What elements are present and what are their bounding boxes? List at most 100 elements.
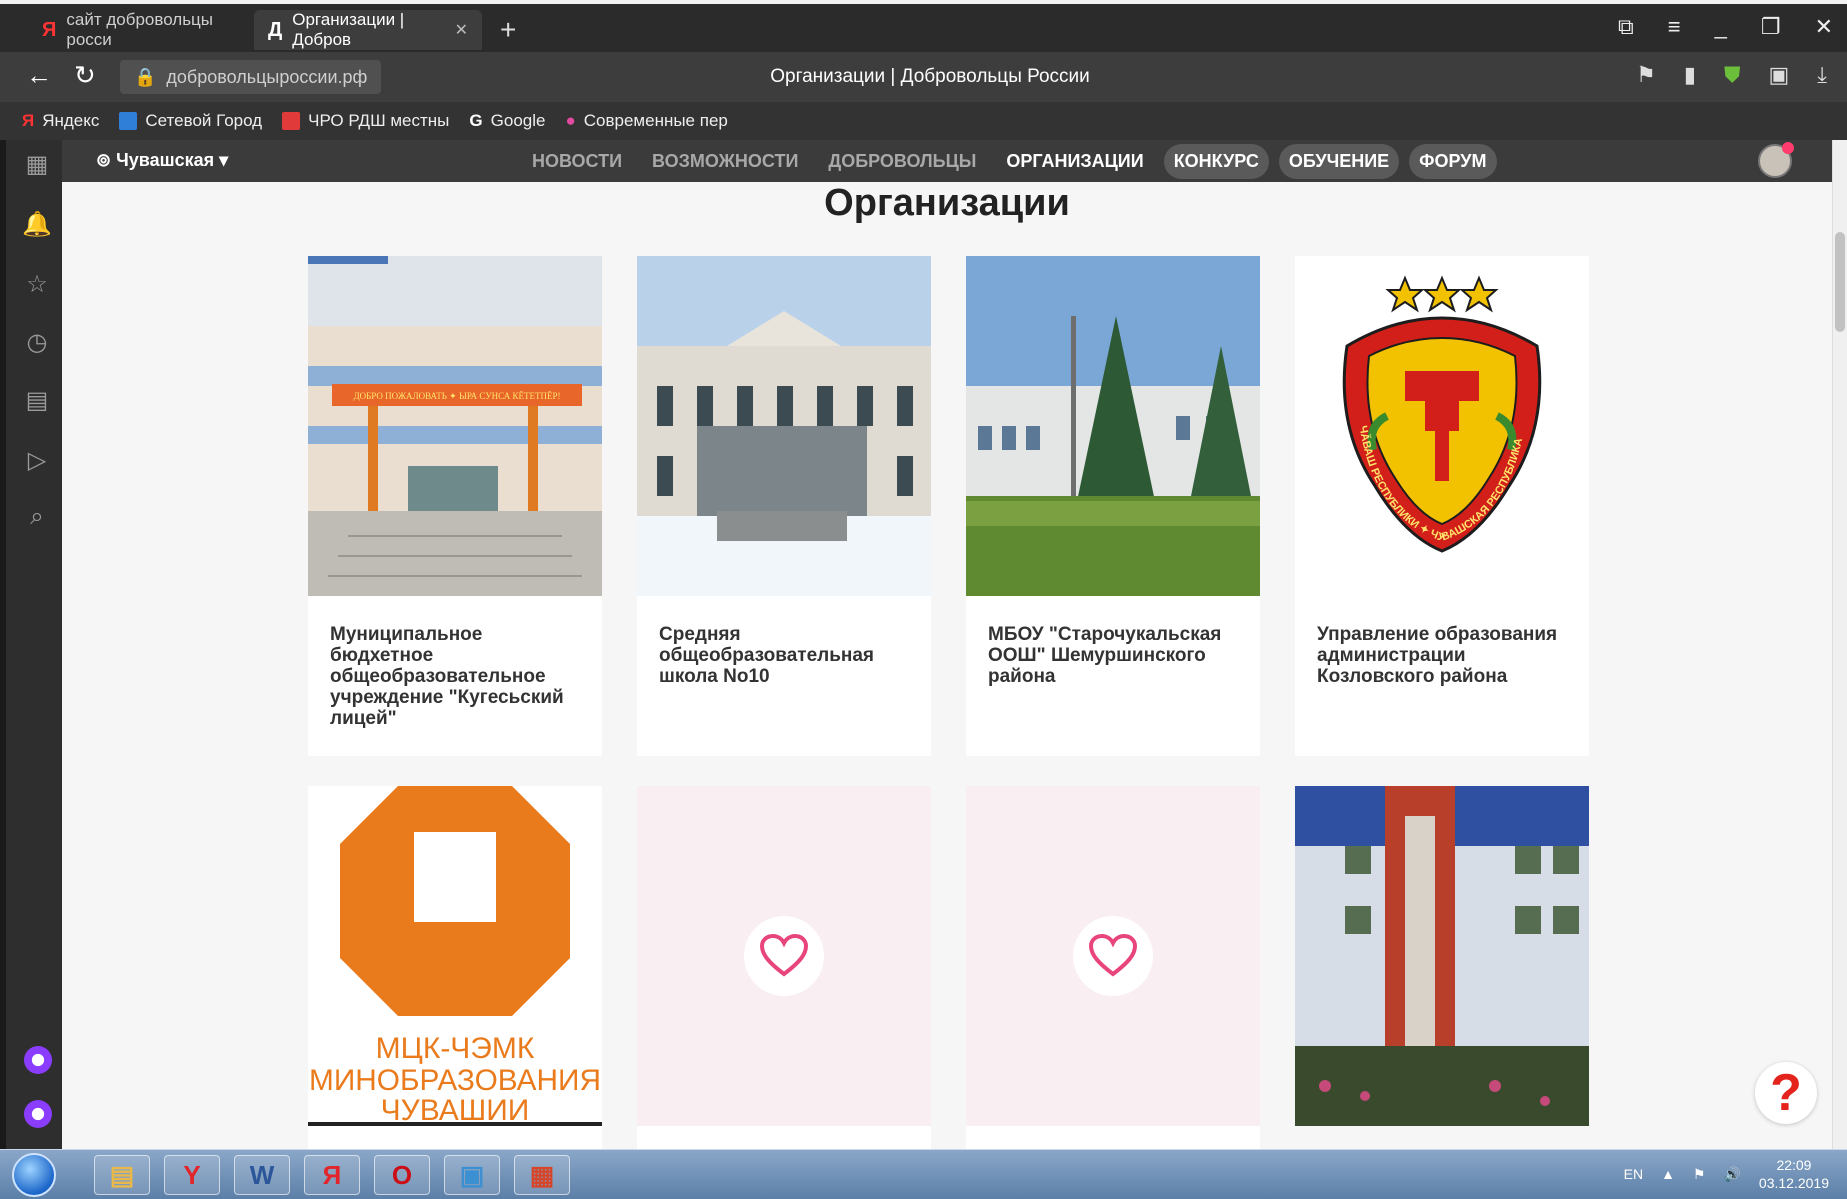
yandex-browser-taskbar-icon[interactable]: Y — [164, 1155, 220, 1195]
org-title: МБОУ "Старочукальская ООШ" Шемуршинского… — [988, 624, 1222, 687]
school-photo — [1295, 786, 1589, 1126]
bookmark-chro-rdsh[interactable]: ЧРО РДШ местны — [282, 111, 449, 131]
school-banner-text: ДОБРО ПОЖАЛОВАТЬ ✦ ЫРА СУНСА КĔТЕТПĔР! — [354, 391, 561, 401]
reload-icon[interactable]: ↻ — [74, 60, 96, 91]
nav-opportunities[interactable]: ВОЗМОЖНОСТИ — [642, 144, 808, 179]
pdf-icon — [282, 112, 301, 130]
bookmark-yandex[interactable]: Я Яндекс — [22, 111, 99, 131]
org-title: Муниципальное бюдхетное общеобразователь… — [330, 624, 564, 729]
tab-label: Организации | Добров — [292, 10, 405, 49]
region-label: Чувашская — [116, 150, 215, 170]
assistant-icon[interactable] — [24, 1100, 52, 1128]
logo-line-2: МИНОБРАЗОВАНИЯ — [309, 1064, 601, 1097]
browser-window: Я сайт добровольцы росси Д Организации |… — [0, 0, 1847, 1199]
nav-education[interactable]: ОБУЧЕНИЕ — [1278, 144, 1400, 179]
site-nav: ⊚ Чувашская ▾ НОВОСТИ ВОЗМОЖНОСТИ ДОБРОВ… — [62, 140, 1832, 182]
coat-of-arms-emblem: ЧĂВАШ РЕСПУБЛИКИ ✦ ЧУВАШСКАЯ РЕСПУБЛИКА — [1295, 256, 1589, 596]
school-photo — [637, 256, 931, 596]
bell-icon[interactable]: 🔔 — [22, 210, 52, 240]
heart-icon — [744, 916, 824, 996]
browser-sidebar: ▦ 🔔 ☆ ◷ ▤ ▷ ⌕ — [0, 140, 62, 1149]
yandex-icon[interactable]: Я — [304, 1155, 360, 1195]
region-selector[interactable]: ⊚ Чувашская ▾ — [96, 150, 228, 171]
main-content: Организации ДОБРО ПОЖАЛОВАТЬ ✦ ЫРА СУНСА… — [62, 182, 1832, 1149]
alice-icon[interactable] — [24, 1046, 52, 1074]
yandex-icon: Я — [42, 18, 57, 41]
url-field[interactable]: 🔒 добровольцыроссии.рф — [120, 60, 382, 94]
presentation-icon[interactable]: ▦ — [514, 1155, 570, 1195]
org-card[interactable] — [637, 786, 931, 1149]
mck-chemk-logo: МЦК-ЧЭМК МИНОБРАЗОВАНИЯ ЧУВАШИИ — [308, 786, 602, 1126]
tab-volunteers-search[interactable]: Я сайт добровольцы росси — [28, 10, 248, 50]
nav-forum[interactable]: ФОРУМ — [1409, 144, 1497, 179]
google-icon: G — [469, 111, 483, 130]
collections-icon[interactable]: ▤ — [22, 386, 52, 416]
user-avatar[interactable] — [1758, 142, 1794, 178]
nav-news[interactable]: НОВОСТИ — [522, 144, 632, 179]
tab-list-icon[interactable]: ⧉ — [1618, 14, 1634, 40]
location-pin-icon: ⊚ — [96, 150, 112, 170]
windows-start-icon[interactable] — [12, 1153, 56, 1197]
organizations-heading: Организации — [824, 182, 1070, 224]
nav-contest[interactable]: КОНКУРС — [1163, 144, 1269, 179]
org-card[interactable]: ЧĂВАШ РЕСПУБЛИКИ ✦ ЧУВАШСКАЯ РЕСПУБЛИКА … — [1295, 256, 1589, 756]
org-card[interactable]: МЦК-ЧЭМК МИНОБРАЗОВАНИЯ ЧУВАШИИ — [308, 786, 602, 1149]
restore-icon[interactable]: ❐ — [1761, 14, 1781, 40]
new-tab-icon[interactable]: + — [500, 14, 516, 46]
url-text: добровольцыроссии.рф — [166, 66, 368, 87]
tray-expand-icon[interactable]: ▲ — [1661, 1166, 1675, 1182]
tab-strip: Я сайт добровольцы росси Д Организации |… — [0, 0, 1847, 52]
help-button[interactable]: ? — [1755, 1062, 1817, 1124]
file-explorer-icon[interactable]: ▤ — [94, 1155, 150, 1195]
balloon-icon: ● — [565, 111, 576, 130]
school-photo: ДОБРО ПОЖАЛОВАТЬ ✦ ЫРА СУНСА КĔТЕТПĔР! — [308, 256, 602, 596]
grid-icon[interactable]: ▦ — [22, 150, 52, 180]
caret-down-icon: ▾ — [219, 150, 229, 170]
action-center-flag-icon[interactable]: ⚑ — [1693, 1166, 1706, 1183]
star-icon[interactable]: ☆ — [22, 270, 52, 300]
bookmark-setevoy-gorod[interactable]: Сетевой Город — [119, 111, 262, 131]
minimize-icon[interactable]: _ — [1715, 14, 1727, 40]
opera-icon[interactable]: O — [374, 1155, 430, 1195]
clock-icon[interactable]: ◷ — [22, 328, 52, 358]
org-title: Средняя общеобразовательная школа No10 — [659, 624, 875, 687]
windows-taskbar: ▤ Y W Я O ▣ ▦ EN ▲ ⚑ 🔊 22:09 03.12.2019 — [0, 1149, 1847, 1199]
language-indicator[interactable]: EN — [1624, 1166, 1643, 1182]
protect-icon[interactable]: ⛊ — [1724, 62, 1741, 88]
org-card[interactable] — [966, 786, 1260, 1149]
heart-icon — [1073, 916, 1153, 996]
org-card[interactable] — [1295, 786, 1589, 1126]
lock-icon: 🔒 — [134, 66, 157, 87]
bookmarks-bar: Я Яндекс Сетевой Город ЧРО РДШ местны G Go… — [0, 102, 1847, 140]
bookmark-icon[interactable]: ▮ — [1684, 62, 1696, 88]
back-icon[interactable]: ← — [26, 60, 52, 91]
org-card[interactable]: МБОУ "Старочукальская ООШ" Шемуршинского… — [966, 256, 1260, 756]
nav-organizations[interactable]: ОРГАНИЗАЦИИ — [996, 144, 1153, 179]
org-card[interactable]: ДОБРО ПОЖАЛОВАТЬ ✦ ЫРА СУНСА КĔТЕТПĔР! М… — [308, 256, 602, 756]
tab-organizations[interactable]: Д Организации | Добров ✕ — [254, 10, 482, 50]
school-photo — [966, 256, 1260, 596]
yandex-icon: Я — [22, 111, 35, 130]
site-favicon-icon: Д — [268, 18, 283, 41]
word-icon[interactable]: W — [234, 1155, 290, 1195]
download-icon[interactable]: ⤓ — [1817, 62, 1827, 88]
address-bar: ← ↻ 🔒 добровольцыроссии.рф Организации |… — [0, 52, 1847, 102]
bookmark-google[interactable]: G Google — [469, 111, 545, 131]
menu-icon[interactable]: ≡ — [1668, 14, 1681, 40]
page-scrollbar[interactable] — [1832, 140, 1847, 1149]
scrollbar-thumb[interactable] — [1835, 232, 1845, 332]
clock[interactable]: 22:09 03.12.2019 — [1759, 1156, 1829, 1192]
volume-icon[interactable]: 🔊 — [1723, 1166, 1740, 1183]
bookmark-modern[interactable]: ● Современные пер — [565, 111, 727, 131]
extension-icon[interactable]: ▣ — [1768, 62, 1789, 88]
play-icon[interactable]: ▷ — [22, 446, 52, 476]
photo-viewer-icon[interactable]: ▣ — [444, 1155, 500, 1195]
network-city-icon — [119, 112, 138, 130]
logo-line-1: МЦК-ЧЭМК — [376, 1032, 535, 1065]
close-window-icon[interactable]: ✕ — [1815, 14, 1833, 40]
org-card[interactable]: Средняя общеобразовательная школа No10 — [637, 256, 931, 756]
nav-volunteers[interactable]: ДОБРОВОЛЬЦЫ — [818, 144, 986, 179]
close-tab-icon[interactable]: ✕ — [455, 20, 468, 40]
translate-icon[interactable]: ⚑ — [1636, 62, 1656, 88]
search-doc-icon[interactable]: ⌕ — [22, 502, 52, 532]
